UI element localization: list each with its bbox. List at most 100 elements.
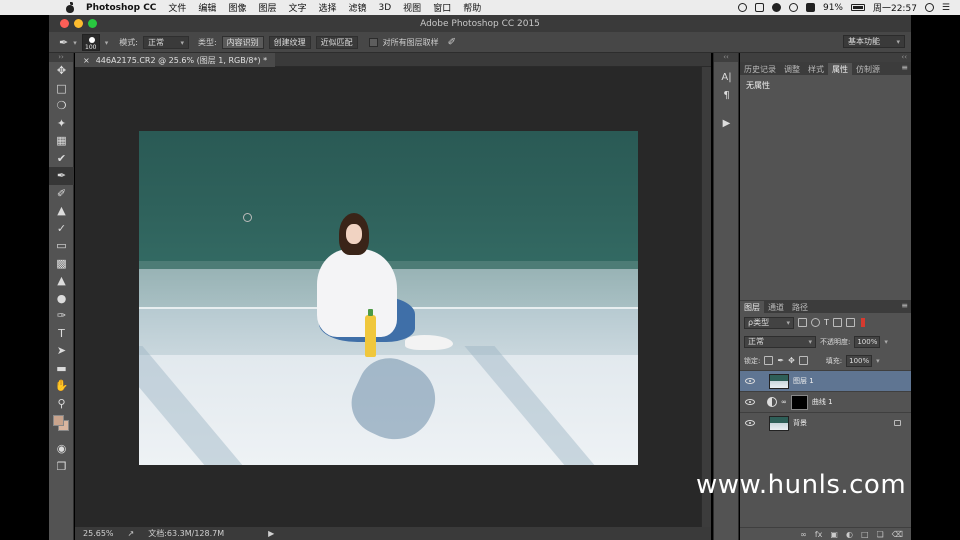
layer-style-icon[interactable]: fx [815,530,823,539]
panel-menu-icon[interactable]: ≡ [901,63,908,72]
filter-shape-icon[interactable] [832,318,842,327]
gradient-tool-icon[interactable]: ▩ [49,255,74,273]
zoom-window-button[interactable] [88,19,97,28]
filter-pixel-icon[interactable] [798,318,807,327]
eraser-tool-icon[interactable]: ▭ [49,237,74,255]
lasso-tool-icon[interactable]: ❍ [49,97,74,115]
zoom-tool-icon[interactable]: ⚲ [49,395,74,413]
tab-clone-source[interactable]: 仿制源 [852,63,884,75]
tab-adjustments[interactable]: 调整 [780,63,804,75]
blend-mode-select[interactable]: 正常 [744,335,816,348]
menu-3d[interactable]: 3D [379,3,392,13]
document-image[interactable] [139,131,638,465]
layer-filter-kind-select[interactable]: ρ类型 [744,316,794,329]
type-content-aware-button[interactable]: 内容识别 [221,35,264,49]
layer-row-layer1[interactable]: 图层 1 [740,370,911,391]
paragraph-panel-icon[interactable]: ¶ [714,86,739,104]
app-tray-icon[interactable] [805,3,815,12]
layers-panel-menu-icon[interactable]: ≡ [901,301,908,310]
tools-collapse-grip[interactable]: ›› [49,53,73,62]
fill-input[interactable]: 100% [846,354,873,367]
menu-layer[interactable]: 图层 [258,1,276,14]
brush-tool-icon[interactable]: ✐ [49,185,74,203]
lock-pixels-icon[interactable]: ✒ [777,356,784,365]
rectangle-tool-icon[interactable]: ▬ [49,360,74,378]
blur-tool-icon[interactable]: ▲ [49,272,74,290]
type-proximity-match-button[interactable]: 近似匹配 [315,35,358,49]
menu-image[interactable]: 图像 [228,1,246,14]
close-window-button[interactable] [60,19,69,28]
zoom-level[interactable]: 25.65% [83,529,114,538]
dock-collapse-grip[interactable]: ‹‹ [714,53,738,62]
brush-picker-dropdown[interactable] [105,38,109,47]
spotlight-icon[interactable] [924,3,934,12]
tab-history[interactable]: 历史记录 [740,63,780,75]
add-mask-icon[interactable]: ▣ [830,530,838,539]
tab-channels[interactable]: 通道 [764,301,788,313]
layer-row-background[interactable]: 背景 [740,412,911,433]
magic-wand-tool-icon[interactable]: ✦ [49,115,74,133]
menu-select[interactable]: 选择 [318,1,336,14]
filter-type-icon[interactable]: T [824,318,829,327]
pen-tool-icon[interactable]: ✑ [49,307,74,325]
filter-toggle-icon[interactable] [860,318,865,327]
new-layer-icon[interactable]: ❏ [877,530,884,539]
pressure-size-icon[interactable]: ✐ [448,37,456,48]
eyedropper-tool-icon[interactable]: ✔ [49,150,74,168]
panel-collapse-grip[interactable]: ‹‹ [740,53,911,62]
healing-brush-preset-icon[interactable]: ✒ [59,36,68,49]
notification-center-icon[interactable]: ☰ [942,3,950,13]
lock-all-icon[interactable] [798,356,808,365]
menu-app-name[interactable]: Photoshop CC [86,3,156,13]
foreground-color-swatch[interactable] [53,415,64,426]
opacity-input[interactable]: 100% [854,335,881,348]
hand-tool-icon[interactable]: ✋ [49,377,74,395]
tab-paths[interactable]: 路径 [788,301,812,313]
new-adjustment-icon[interactable]: ◐ [846,530,853,539]
actions-play-icon[interactable]: ▶ [714,114,739,132]
screen-mode-icon[interactable]: ❐ [49,458,74,476]
share-icon[interactable]: ↗ [128,529,135,538]
history-brush-tool-icon[interactable]: ✓ [49,220,74,238]
record-icon[interactable] [737,3,747,12]
menu-help[interactable]: 帮助 [463,1,481,14]
apple-icon[interactable] [64,1,76,14]
new-group-icon[interactable]: □ [861,530,869,539]
menu-edit[interactable]: 编辑 [198,1,216,14]
workspace-select[interactable]: 基本功能 [843,35,905,48]
path-selection-tool-icon[interactable]: ➤ [49,342,74,360]
type-create-texture-button[interactable]: 创建纹理 [268,35,311,49]
move-tool-icon[interactable]: ✥ [49,62,74,80]
opacity-slider-toggle[interactable] [884,337,888,346]
menu-view[interactable]: 视图 [403,1,421,14]
mode-select[interactable]: 正常 [142,35,189,49]
tab-properties[interactable]: 属性 [828,63,852,75]
menubar-clock[interactable]: 周一22:57 [873,1,917,14]
spot-healing-brush-tool-icon[interactable]: ✒ [49,167,74,185]
delete-layer-icon[interactable]: ⌫ [892,530,903,539]
lock-transparent-icon[interactable] [764,356,774,365]
battery-icon[interactable] [850,4,865,11]
filter-adjustment-icon[interactable] [811,318,820,327]
character-panel-icon[interactable]: A| [714,68,739,86]
menu-type[interactable]: 文字 [288,1,306,14]
sample-all-layers-checkbox[interactable] [368,37,378,47]
tab-layers[interactable]: 图层 [740,301,764,313]
wifi-icon[interactable] [788,3,798,12]
fill-slider-toggle[interactable] [876,356,880,365]
menu-filter[interactable]: 滤镜 [349,1,367,14]
tab-styles[interactable]: 样式 [804,63,828,75]
layer-mask-thumbnail[interactable] [790,394,808,410]
canvas-vertical-scrollbar[interactable] [701,67,711,527]
type-tool-icon[interactable]: T [49,325,74,343]
filter-smart-object-icon[interactable] [845,318,855,327]
layer-row-curves1[interactable]: ∞ 曲线 1 [740,391,911,412]
tool-preset-dropdown[interactable] [73,38,77,47]
input-method-icon[interactable] [754,3,764,12]
menu-window[interactable]: 窗口 [433,1,451,14]
minimize-window-button[interactable] [74,19,83,28]
lock-position-icon[interactable]: ✥ [788,356,795,365]
link-layers-icon[interactable]: ∞ [800,530,807,539]
marquee-tool-icon[interactable]: □ [49,80,74,98]
brush-size-picker[interactable]: 100 [81,33,100,51]
